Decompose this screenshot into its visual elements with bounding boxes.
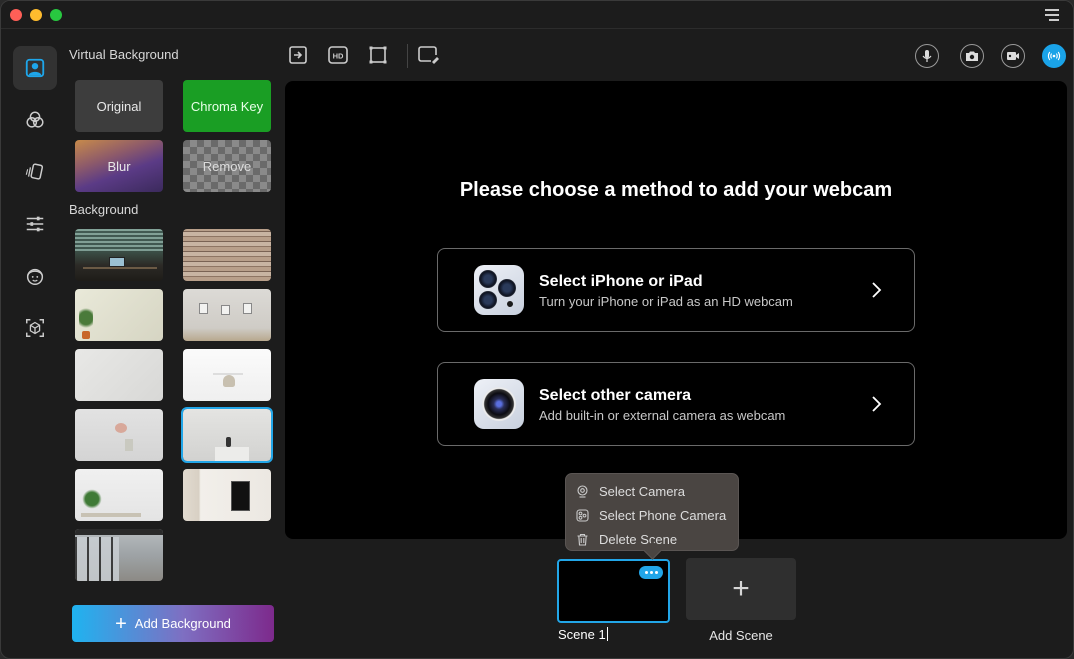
trash-icon	[577, 533, 588, 546]
background-thumbnail[interactable]	[75, 349, 163, 401]
menu-item-label: Delete Scene	[599, 531, 678, 547]
mode-remove-tile[interactable]: Remove	[183, 140, 271, 192]
plus-icon: +	[732, 572, 750, 605]
sliders-icon	[26, 216, 44, 232]
menu-item-delete-scene[interactable]: Delete Scene	[566, 527, 738, 551]
add-scene-button[interactable]: +	[686, 558, 796, 620]
stage-title: Please choose a method to add your webca…	[459, 179, 893, 201]
chevron-right-icon	[872, 396, 882, 412]
option-subtitle: Add built-in or external camera as webca…	[539, 408, 786, 423]
background-thumbnail-selected[interactable]	[181, 407, 273, 463]
hd-button[interactable]: HD	[327, 44, 349, 66]
background-thumbnail[interactable]	[75, 289, 163, 341]
rail-item-adjustments[interactable]	[13, 202, 57, 246]
rail-item-avatar[interactable]	[13, 254, 57, 298]
color-circles-icon	[26, 111, 44, 128]
toolbar-divider	[407, 44, 408, 68]
camera-icon	[966, 51, 978, 61]
more-dot-icon	[649, 571, 653, 574]
mode-chroma-key-tile[interactable]: Chroma Key	[183, 80, 271, 132]
menu-item-label: Select Camera	[599, 483, 685, 499]
add-background-button[interactable]: + Add Background	[72, 605, 274, 642]
background-thumbnail[interactable]	[183, 469, 271, 521]
background-thumbnail[interactable]	[183, 289, 271, 341]
mode-label: Remove	[202, 158, 252, 174]
menu-item-select-camera[interactable]: Select Camera	[566, 479, 738, 503]
broadcast-icon	[1047, 51, 1061, 61]
scene-thumbnail-selected[interactable]	[557, 559, 670, 623]
title-bar	[1, 1, 1073, 29]
app-window: Virtual Background Original Chroma Key B…	[0, 0, 1074, 659]
record-button[interactable]	[1001, 44, 1025, 68]
more-dot-icon	[654, 571, 658, 574]
option-title: Select iPhone or iPad	[539, 273, 703, 290]
scene-more-button[interactable]	[639, 566, 663, 579]
mode-label: Blur	[107, 158, 131, 174]
scene-context-menu: Select Camera Select Phone Camera Delete…	[565, 473, 739, 551]
rail-item-filters[interactable]	[13, 98, 57, 142]
add-scene-label: Add Scene	[709, 628, 773, 643]
snapshot-button[interactable]	[960, 44, 984, 68]
background-thumbnail[interactable]	[75, 409, 163, 461]
virtual-background-heading: Virtual Background	[69, 47, 179, 62]
svg-text:HD: HD	[333, 52, 344, 61]
edit-overlay-button[interactable]	[417, 44, 439, 66]
video-icon	[1007, 52, 1019, 60]
rail-item-virtual-background[interactable]	[13, 46, 57, 90]
preview-stage: Please choose a method to add your webca…	[285, 81, 1067, 539]
crop-button[interactable]	[367, 44, 389, 66]
text-caret	[606, 627, 608, 641]
select-iphone-ipad-option[interactable]: Select iPhone or iPad Turn your iPhone o…	[437, 248, 915, 332]
window-minimize-button[interactable]	[30, 9, 42, 21]
scene-name: Scene 1	[558, 627, 606, 642]
rail-item-stickers[interactable]	[13, 150, 57, 194]
webcam-app-icon	[474, 379, 524, 429]
iphone-camera-icon	[474, 265, 524, 315]
microphone-button[interactable]	[915, 44, 939, 68]
sidebar-rail	[1, 30, 63, 658]
ar-cube-icon	[26, 319, 44, 337]
live-broadcast-button[interactable]	[1042, 44, 1066, 68]
background-heading: Background	[69, 202, 139, 217]
option-title: Select other camera	[539, 387, 692, 404]
option-subtitle: Turn your iPhone or iPad as an HD webcam	[539, 294, 793, 309]
add-background-label: Add Background	[134, 616, 231, 631]
window-maximize-button[interactable]	[50, 9, 62, 21]
avatar-face-icon	[26, 268, 44, 285]
export-arrow-icon	[289, 46, 307, 64]
phone-camera-icon	[576, 508, 589, 522]
mode-label: Original	[96, 98, 142, 114]
hd-icon: HD	[328, 46, 348, 64]
scene-name-input[interactable]: Scene 1	[558, 627, 608, 642]
background-thumbnail[interactable]	[183, 229, 271, 281]
crop-frame-icon	[369, 46, 387, 64]
background-thumbnail[interactable]	[75, 229, 163, 281]
edit-rect-icon	[418, 46, 439, 64]
background-panel: Virtual Background Original Chroma Key B…	[63, 30, 281, 658]
background-thumbnail[interactable]	[183, 349, 271, 401]
mode-blur-tile[interactable]: Blur	[75, 140, 163, 192]
background-thumbnail[interactable]	[75, 469, 163, 521]
person-portrait-icon	[25, 58, 45, 78]
plus-icon: +	[115, 612, 127, 635]
select-other-camera-option[interactable]: Select other camera Add built-in or exte…	[437, 362, 915, 446]
export-button[interactable]	[287, 44, 309, 66]
webcam-icon	[577, 484, 588, 498]
cards-icon	[25, 163, 44, 180]
window-close-button[interactable]	[10, 9, 22, 21]
more-dot-icon	[644, 571, 648, 574]
rail-item-ar-effects[interactable]	[13, 306, 57, 350]
microphone-icon	[922, 50, 932, 62]
mode-original-tile[interactable]: Original	[75, 80, 163, 132]
background-thumbnail[interactable]	[75, 529, 163, 581]
hamburger-menu-icon[interactable]	[1045, 8, 1059, 22]
chevron-right-icon	[872, 282, 882, 298]
menu-item-select-phone-camera[interactable]: Select Phone Camera	[566, 503, 738, 527]
menu-item-label: Select Phone Camera	[599, 507, 727, 523]
mode-label: Chroma Key	[190, 98, 264, 114]
